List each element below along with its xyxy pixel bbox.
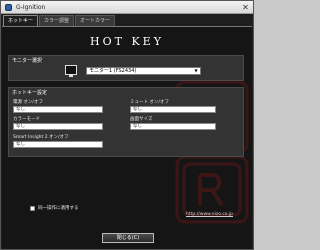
power-toggle-label: 電源 オン/オフ [13,100,43,105]
hotkey-settings-panel: ホットキー設定 電源 オン/オフ なし ミュート オン/オフ なし カラーモード… [8,87,244,157]
tab-auto-color[interactable]: オートカラー [75,15,116,26]
close-button[interactable]: 閉じる(C) [102,233,154,243]
app-icon [5,3,12,11]
monitor-select-panel: モニター選択 モニター1 (FS2434) ▼ [8,55,244,81]
tab-color-adjust[interactable]: カラー調整 [39,15,75,26]
power-toggle-field[interactable]: なし [13,106,103,113]
color-mode-label: カラーモード [13,117,40,122]
tab-bar: ホットキー カラー調整 オートカラー [3,15,116,26]
hotkey-heading: HOT KEY [90,35,164,48]
hotkey-page: HOT KEY モニター選択 モニター1 (FS2434) ▼ ホットキー設定 … [2,26,252,249]
app-window: G-Ignition ✕ ホットキー カラー調整 オートカラー HOT KEY … [0,0,254,250]
monitor-select-label: モニター選択 [12,58,43,64]
window-close-icon[interactable]: ✕ [241,3,250,12]
mute-toggle-label: ミュート オン/オフ [130,100,169,105]
hotkey-settings-label: ホットキー設定 [12,90,48,96]
apply-all-label: 同一操作に適用する [38,206,79,211]
smart-insight-field[interactable]: なし [13,141,103,148]
eizo-link[interactable]: http://www.eizo.co.jp [186,212,233,217]
window-title: G-Ignition [16,3,46,11]
color-mode-field[interactable]: なし [13,123,103,130]
title-bar[interactable]: G-Ignition ✕ [1,1,253,14]
monitor-select[interactable]: モニター1 (FS2434) ▼ [86,67,201,75]
monitor-icon [65,65,77,77]
screen-size-label: 画面サイズ [130,117,153,122]
apply-all-option[interactable]: 同一操作に適用する [30,205,79,211]
mute-toggle-field[interactable]: なし [130,106,216,113]
apply-all-checkbox[interactable] [30,205,35,211]
chevron-down-icon[interactable]: ▼ [193,68,199,74]
smart-insight-label: Smart Insight 2 オン/オフ [13,135,69,140]
screen-size-field[interactable]: なし [130,123,216,130]
monitor-select-value: モニター1 (FS2434) [89,68,137,74]
tab-hotkey[interactable]: ホットキー [3,15,39,26]
